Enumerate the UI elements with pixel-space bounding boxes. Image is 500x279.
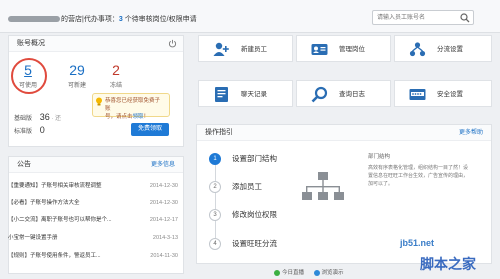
watermark-name: 脚本之家 bbox=[420, 256, 476, 272]
stat-creatable[interactable]: 29 可新建 bbox=[59, 62, 95, 89]
tile-chat-records-label: 聊天记录 bbox=[241, 91, 267, 98]
tile-shunt-settings-label: 分流设置 bbox=[437, 46, 463, 53]
notice-item[interactable]: 【小二交流】离职子账号也可以帮你是个... 2014-12-17 bbox=[8, 214, 178, 226]
todo-count[interactable]: 3 bbox=[119, 16, 123, 23]
base-version-row: 基础版 36 · 还 bbox=[14, 112, 61, 122]
guide-desc-title: 部门结构 bbox=[368, 154, 391, 160]
tip-claim-link[interactable]: 领取 bbox=[133, 114, 144, 120]
search-input[interactable] bbox=[373, 11, 457, 24]
tip-line2-suffix: ！ bbox=[143, 114, 150, 120]
account-overview-title: 账号概况 bbox=[9, 36, 183, 52]
todo-prefix: |代办事项： bbox=[82, 16, 119, 23]
search-log-icon bbox=[311, 86, 328, 103]
tile-new-employee[interactable]: 新建员工 bbox=[198, 35, 293, 62]
step-4-number: 4 bbox=[209, 238, 221, 250]
notice-item[interactable]: 【重要通知】子账号相关审核流程调整 2014-12-30 bbox=[8, 180, 178, 192]
base-value: 36 bbox=[39, 112, 50, 122]
guide-title: 操作指引 bbox=[205, 129, 233, 136]
step-2-label[interactable]: 添加员工 bbox=[232, 181, 262, 193]
stat-creatable-label: 可新建 bbox=[67, 83, 86, 89]
tile-security-settings[interactable]: 安全设置 bbox=[394, 80, 492, 107]
notice-item-title[interactable]: 【小二交流】离职子账号也可以帮你是个... bbox=[8, 217, 112, 223]
step-1-label[interactable]: 设置部门结构 bbox=[232, 153, 277, 165]
demo-dot-icon bbox=[313, 269, 320, 276]
highlight-circle bbox=[11, 58, 47, 94]
std-version-row: 标准版 0 bbox=[14, 125, 45, 135]
guide-desc-text: 高效有序表格化管理，组织结构一目了然！设置信息在旺旺工作台生效，广告宣传的理由，… bbox=[368, 165, 469, 187]
notice-more-link[interactable]: 更多信息 bbox=[151, 157, 175, 173]
guide-title-bar: 操作指引 更多帮助 bbox=[197, 125, 491, 141]
lightbulb-icon bbox=[96, 97, 102, 106]
top-bar: 的营店|代办事项：3 个待审核岗位/权限申请 bbox=[0, 0, 500, 33]
stat-frozen[interactable]: 2 冻结 bbox=[98, 62, 134, 89]
base-extra: · 还 bbox=[51, 116, 62, 122]
tile-chat-records[interactable]: 聊天记录 bbox=[198, 80, 293, 107]
notice-item[interactable]: 【必看】子账号操作方法大全 2014-12-30 bbox=[8, 197, 178, 209]
store-suffix: 的营店 bbox=[61, 16, 82, 23]
security-icon bbox=[409, 89, 426, 100]
chat-record-icon bbox=[215, 87, 228, 102]
tip-line2-prefix: 号，请点击 bbox=[105, 114, 133, 120]
power-icon[interactable] bbox=[168, 39, 177, 48]
search-icon[interactable] bbox=[460, 13, 470, 23]
step-2-number: 2 bbox=[209, 181, 221, 193]
step-3-number: 3 bbox=[209, 209, 221, 221]
notice-item-title[interactable]: 【重要通知】子账号相关审核流程调整 bbox=[8, 183, 102, 189]
store-info: 的营店|代办事项：3 个待审核岗位/权限申请 bbox=[8, 14, 197, 24]
notice-item-date: 2014-11-30 bbox=[150, 253, 178, 259]
tile-search-log-label: 查询日志 bbox=[339, 91, 365, 98]
free-claim-button[interactable]: 免费领取 bbox=[131, 123, 169, 136]
tile-search-log[interactable]: 查询日志 bbox=[296, 80, 391, 107]
std-value: 0 bbox=[39, 125, 45, 135]
account-title-text: 账号概况 bbox=[17, 40, 45, 47]
step-1-number: 1 bbox=[209, 153, 221, 165]
base-label: 基础版 bbox=[14, 116, 33, 122]
std-label: 标准版 bbox=[14, 129, 33, 135]
free-account-tip: 恭喜您已经获取免费子账 号，请点击领取！ bbox=[92, 93, 170, 120]
tip-line1: 恭喜您已经获取免费子账 bbox=[105, 98, 161, 112]
notice-item-title[interactable]: 小宝常一键设置手册 bbox=[8, 235, 58, 241]
employee-search-box[interactable] bbox=[372, 10, 474, 25]
notice-item-date: 2014-12-30 bbox=[149, 200, 178, 206]
stat-frozen-label: 冻结 bbox=[109, 83, 122, 89]
stat-frozen-value: 2 bbox=[112, 62, 120, 78]
store-name-redacted bbox=[8, 16, 60, 23]
tile-security-settings-label: 安全设置 bbox=[437, 91, 463, 98]
shunt-icon bbox=[409, 42, 426, 57]
footer-status-bar: 今日直播 浏览演示 bbox=[274, 268, 344, 276]
guide-more-link[interactable]: 更多帮助 bbox=[459, 125, 483, 141]
notice-item[interactable]: 【规则】子账号使用条件，警返员工... 2014-11-30 bbox=[8, 250, 178, 262]
notice-item-title[interactable]: 【规则】子账号使用条件，警返员工... bbox=[8, 253, 101, 259]
step-4-label[interactable]: 设置旺旺分流 bbox=[232, 238, 277, 250]
notice-title-bar: 公告 更多信息 bbox=[9, 157, 183, 173]
notice-title: 公告 bbox=[17, 161, 31, 168]
footer-status-live[interactable]: 今日直播 bbox=[282, 270, 304, 276]
add-user-icon bbox=[213, 42, 229, 56]
watermark-site: jb51.net bbox=[400, 238, 435, 248]
id-card-icon bbox=[311, 44, 328, 55]
tile-manage-position-label: 管理岗位 bbox=[339, 46, 365, 53]
live-dot-icon bbox=[274, 269, 280, 276]
todo-suffix[interactable]: 个待审核岗位/权限申请 bbox=[125, 16, 197, 23]
tip-line2: 号，请点击领取！ bbox=[105, 113, 165, 121]
notice-item-date: 2014-12-30 bbox=[149, 183, 178, 189]
tile-manage-position[interactable]: 管理岗位 bbox=[296, 35, 391, 62]
notice-item[interactable]: 小宝常一键设置手册 2014-3-13 bbox=[8, 232, 178, 244]
tile-new-employee-label: 新建员工 bbox=[241, 46, 267, 53]
notice-item-date: 2014-12-17 bbox=[149, 217, 178, 223]
tile-shunt-settings[interactable]: 分流设置 bbox=[394, 35, 492, 62]
step-3-label[interactable]: 修改岗位权限 bbox=[232, 209, 277, 221]
stat-creatable-value: 29 bbox=[69, 62, 85, 78]
footer-status-demo[interactable]: 浏览演示 bbox=[322, 270, 344, 276]
step-connector bbox=[215, 165, 216, 240]
org-structure-illustration bbox=[302, 172, 344, 200]
notice-item-date: 2014-3-13 bbox=[152, 235, 178, 241]
notice-item-title[interactable]: 【必看】子账号操作方法大全 bbox=[8, 200, 80, 206]
